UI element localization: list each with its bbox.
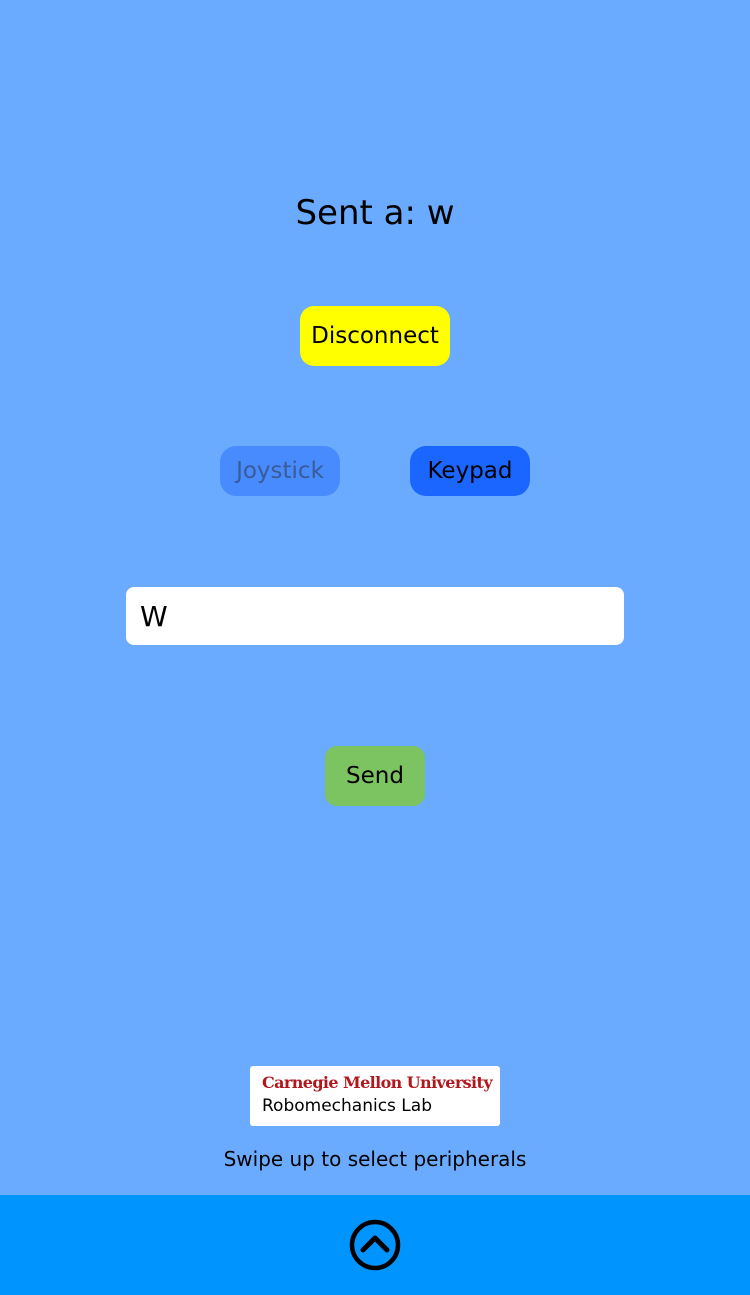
disconnect-button[interactable]: Disconnect bbox=[300, 306, 450, 366]
swipe-hint-text: Swipe up to select peripherals bbox=[223, 1147, 527, 1171]
keypad-tab-button[interactable]: Keypad bbox=[410, 446, 530, 496]
joystick-tab-button[interactable]: Joystick bbox=[220, 446, 340, 496]
send-button[interactable]: Send bbox=[325, 746, 425, 806]
logo-lab-text: Robomechanics Lab bbox=[262, 1096, 432, 1116]
sent-status-text: Sent a: w bbox=[295, 193, 455, 233]
logo-university-text: Carnegie Mellon University bbox=[262, 1073, 493, 1092]
chevron-up-circle-icon[interactable] bbox=[348, 1218, 402, 1272]
command-input[interactable] bbox=[126, 587, 624, 645]
cmu-robomechanics-logo: Carnegie Mellon University Robomechanics… bbox=[250, 1066, 500, 1126]
